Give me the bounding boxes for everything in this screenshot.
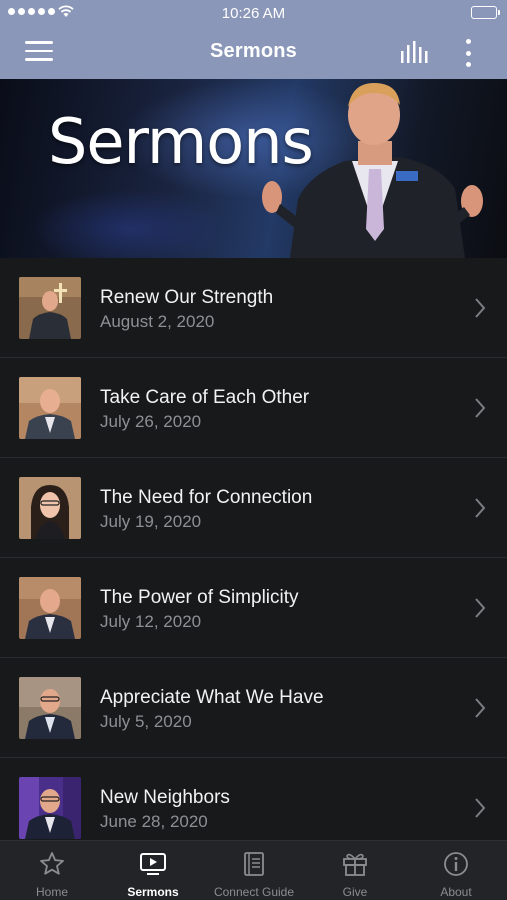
sermon-row[interactable]: Appreciate What We Have July 5, 2020: [0, 658, 507, 758]
star-icon: [40, 852, 64, 875]
sermon-row[interactable]: The Need for Connection July 19, 2020: [0, 458, 507, 558]
sermon-thumbnail: [19, 777, 81, 839]
tab-label: About: [440, 885, 472, 899]
speaker-photo: [262, 83, 483, 258]
info-icon: [444, 852, 468, 876]
tab-bar: Home Sermons Connect Guide Give About: [0, 840, 507, 900]
chevron-right-icon: [475, 298, 486, 318]
sermon-row[interactable]: Renew Our Strength August 2, 2020: [0, 258, 507, 358]
sermon-title: Appreciate What We Have: [100, 687, 324, 708]
sermon-list: Renew Our Strength August 2, 2020 Take C…: [0, 258, 507, 840]
chevron-right-icon: [475, 598, 486, 618]
sermon-date: July 19, 2020: [100, 512, 202, 531]
sermon-date: July 5, 2020: [100, 712, 192, 731]
sermon-thumbnail: [19, 477, 81, 539]
audio-bars-icon[interactable]: [399, 39, 431, 65]
sermon-title: Renew Our Strength: [100, 287, 274, 308]
sermon-title: Take Care of Each Other: [100, 387, 310, 408]
sermon-thumbnail: [19, 677, 81, 739]
chevron-right-icon: [475, 798, 486, 818]
sermon-title: The Power of Simplicity: [100, 587, 299, 608]
tab-label: Give: [342, 885, 368, 899]
sermon-thumbnail: [19, 577, 81, 639]
status-bar: 10:26 AM: [0, 0, 507, 26]
gift-icon: [343, 853, 367, 876]
tab-connect-guide[interactable]: Connect Guide: [203, 841, 305, 900]
chevron-right-icon: [475, 698, 486, 718]
tab-label: Connect Guide: [213, 885, 295, 899]
tab-give[interactable]: Give: [304, 841, 406, 900]
sermon-row[interactable]: Take Care of Each Other July 26, 2020: [0, 358, 507, 458]
tab-label: Sermons: [127, 885, 179, 899]
sermon-date: June 28, 2020: [100, 812, 208, 831]
chevron-right-icon: [475, 498, 486, 518]
tab-home[interactable]: Home: [1, 841, 103, 900]
status-time: 10:26 AM: [221, 5, 286, 22]
sermon-date: August 2, 2020: [100, 312, 215, 331]
sermon-date: July 12, 2020: [100, 612, 202, 631]
tv-icon: [140, 853, 166, 875]
sermon-row[interactable]: New Neighbors June 28, 2020: [0, 758, 507, 840]
tab-label: Home: [35, 885, 68, 899]
tab-sermons[interactable]: Sermons: [102, 841, 204, 900]
chevron-right-icon: [475, 398, 486, 418]
battery-icon: [471, 6, 500, 19]
sermons-banner: Sermons: [0, 79, 507, 258]
sermon-title: New Neighbors: [100, 787, 230, 808]
book-icon: [244, 852, 264, 876]
sermon-thumbnail: [19, 277, 81, 339]
sermon-title: The Need for Connection: [100, 487, 313, 508]
sermon-thumbnail: [19, 377, 81, 439]
tab-about[interactable]: About: [405, 841, 507, 900]
more-options-icon[interactable]: [461, 39, 475, 67]
sermon-date: July 26, 2020: [100, 412, 202, 431]
sermon-row[interactable]: The Power of Simplicity July 12, 2020: [0, 558, 507, 658]
nav-bar: Sermons: [0, 26, 507, 79]
